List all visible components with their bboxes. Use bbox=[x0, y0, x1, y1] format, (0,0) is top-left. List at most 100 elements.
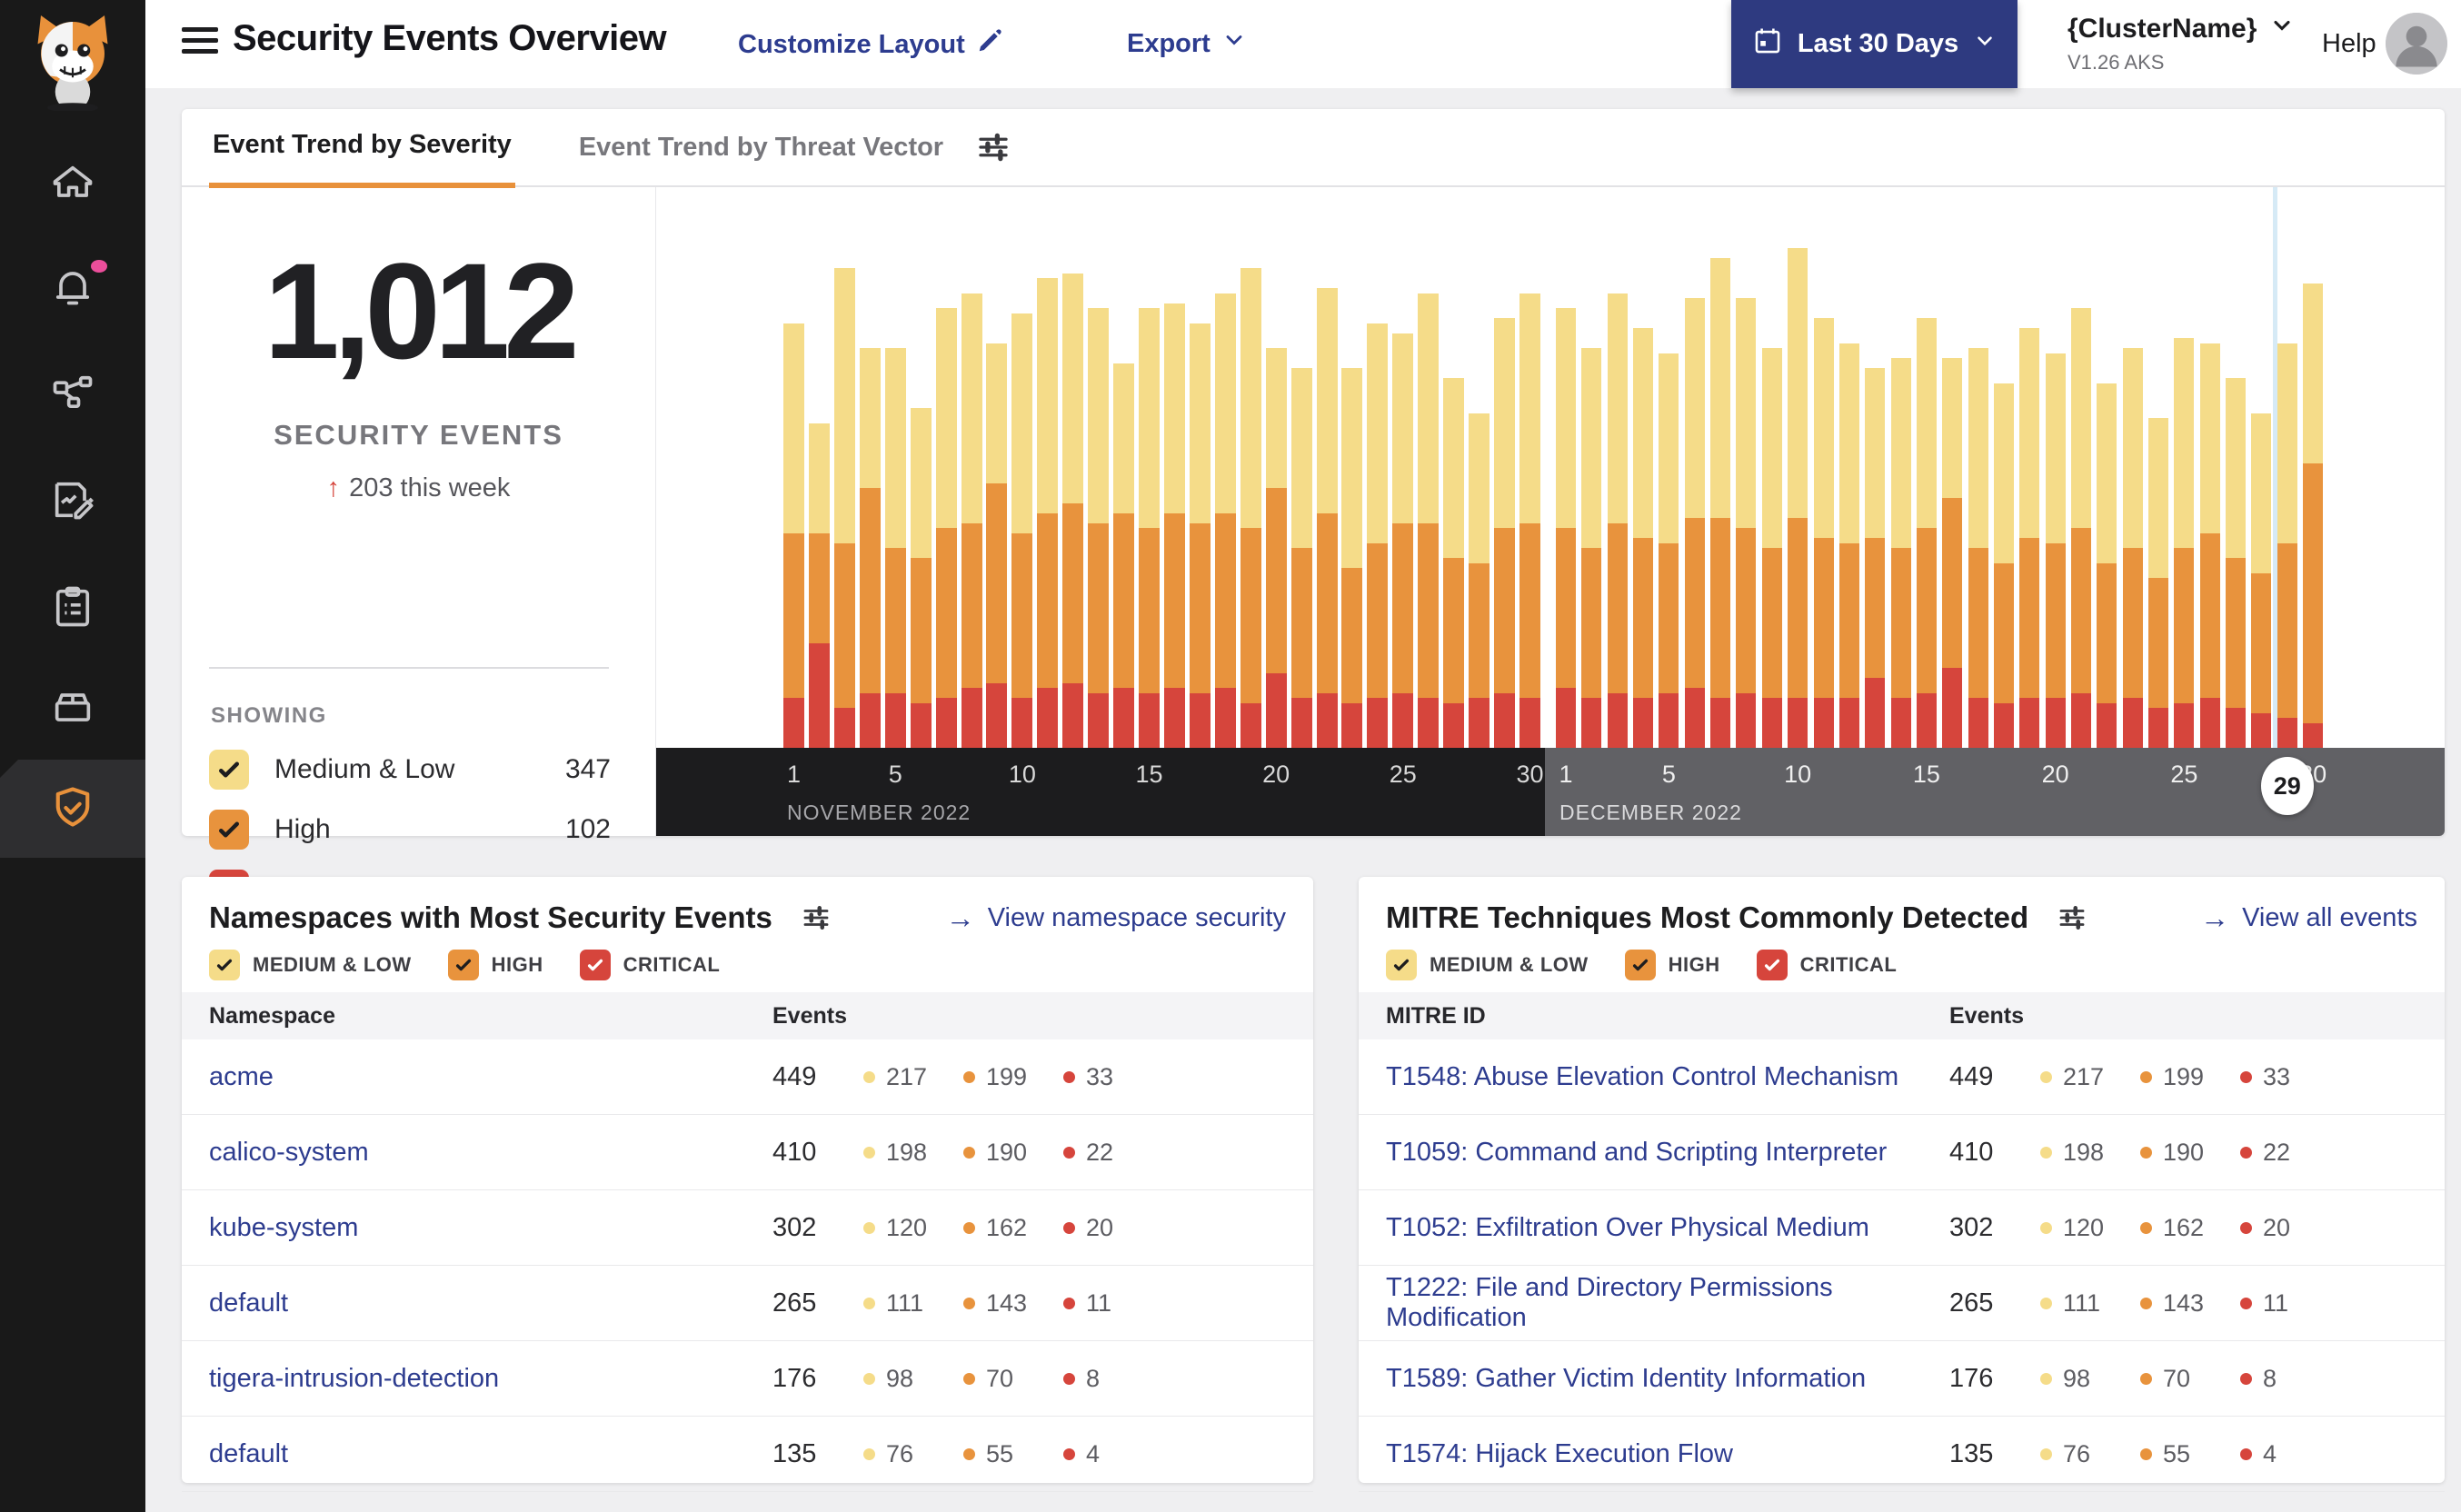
severity-checkbox[interactable] bbox=[447, 950, 479, 980]
stacked-bar-day-20[interactable] bbox=[1265, 348, 1287, 748]
stacked-bar-day-24[interactable] bbox=[2148, 418, 2169, 748]
stacked-bar-day-2[interactable] bbox=[808, 423, 830, 748]
sidebar-item-threat-defense[interactable] bbox=[0, 760, 145, 858]
stacked-bar-day-1[interactable] bbox=[783, 323, 804, 748]
export-menu[interactable]: Export bbox=[1127, 27, 1247, 60]
stacked-bar-day-24[interactable] bbox=[1367, 323, 1389, 748]
menu-button[interactable] bbox=[182, 27, 218, 58]
stacked-bar-day-25[interactable] bbox=[1392, 333, 1414, 748]
sidebar-item-compliance[interactable] bbox=[0, 560, 145, 658]
filter-checkbox-medium-low[interactable]: MEDIUM & LOW bbox=[1386, 950, 1589, 980]
sidebar-item-reports[interactable] bbox=[0, 453, 145, 551]
stacked-bar-day-30[interactable] bbox=[1519, 293, 1540, 748]
severity-checkbox[interactable] bbox=[1624, 950, 1656, 980]
legend-item[interactable]: Medium & Low 347 bbox=[209, 740, 611, 800]
stacked-bar-day-19[interactable] bbox=[2019, 328, 2040, 748]
namespace-link[interactable]: kube-system bbox=[209, 1213, 772, 1243]
mitre-id-link[interactable]: T1548: Abuse Elevation Control Mechanism bbox=[1386, 1062, 1949, 1092]
cluster-selector[interactable]: {ClusterName} V1.26 AKS bbox=[2067, 13, 2295, 75]
stacked-bar-day-14[interactable] bbox=[1113, 363, 1135, 748]
stacked-bar-day-4[interactable] bbox=[859, 348, 881, 748]
stacked-bar-day-6[interactable] bbox=[910, 408, 932, 748]
stacked-bar-day-23[interactable] bbox=[1341, 368, 1363, 748]
severity-checkbox[interactable] bbox=[579, 950, 611, 980]
mitre-id-link[interactable]: T1059: Command and Scripting Interpreter bbox=[1386, 1138, 1949, 1168]
stacked-bar-day-28[interactable] bbox=[1469, 413, 1490, 748]
stacked-bar-day-20[interactable] bbox=[2045, 353, 2066, 748]
filter-checkbox-medium-low[interactable]: MEDIUM & LOW bbox=[209, 950, 412, 980]
tab-event-trend-by-threat-vector[interactable]: Event Trend by Threat Vector bbox=[575, 109, 947, 185]
stacked-bar-day-22[interactable] bbox=[2097, 383, 2117, 748]
stacked-bar-day-23[interactable] bbox=[2122, 348, 2143, 748]
stacked-bar-day-11[interactable] bbox=[1037, 278, 1059, 748]
namespace-link[interactable]: calico-system bbox=[209, 1138, 772, 1168]
mitre-id-link[interactable]: T1052: Exfiltration Over Physical Medium bbox=[1386, 1213, 1949, 1243]
tab-event-trend-by-severity[interactable]: Event Trend by Severity bbox=[209, 106, 515, 188]
filter-settings-icon[interactable] bbox=[2056, 901, 2088, 934]
namespace-link[interactable]: default bbox=[209, 1288, 772, 1318]
filter-checkbox-high[interactable]: HIGH bbox=[447, 950, 543, 980]
chart-settings-icon[interactable] bbox=[974, 128, 1012, 166]
stacked-bar-day-11[interactable] bbox=[1813, 318, 1834, 748]
severity-checkbox[interactable] bbox=[1386, 950, 1417, 980]
stacked-bar-day-9[interactable] bbox=[1761, 348, 1782, 748]
stacked-bar-day-26[interactable] bbox=[2199, 343, 2220, 748]
stacked-bar-day-5[interactable] bbox=[1659, 353, 1679, 748]
stacked-bar-day-25[interactable] bbox=[2174, 338, 2195, 748]
stacked-bar-day-14[interactable] bbox=[1890, 358, 1911, 748]
stacked-bar-day-28[interactable] bbox=[2251, 413, 2272, 748]
stacked-bar-day-12[interactable] bbox=[1838, 343, 1859, 748]
namespace-link[interactable]: default bbox=[209, 1439, 772, 1469]
mitre-id-link[interactable]: T1574: Hijack Execution Flow bbox=[1386, 1439, 1949, 1469]
stacked-bar-day-5[interactable] bbox=[884, 348, 906, 748]
filter-checkbox-critical[interactable]: CRITICAL bbox=[579, 950, 721, 980]
stacked-bar-day-27[interactable] bbox=[2226, 378, 2247, 748]
customize-layout-link[interactable]: Customize Layout bbox=[738, 27, 1003, 62]
severity-checkbox[interactable] bbox=[209, 810, 249, 850]
stacked-bar-day-27[interactable] bbox=[1443, 378, 1465, 748]
stacked-bar-day-12[interactable] bbox=[1062, 273, 1084, 748]
stacked-bar-day-13[interactable] bbox=[1088, 308, 1110, 748]
stacked-bar-day-2[interactable] bbox=[1581, 348, 1602, 748]
filter-settings-icon[interactable] bbox=[800, 901, 832, 934]
sidebar-item-home[interactable] bbox=[0, 136, 145, 234]
stacked-bar-day-21[interactable] bbox=[1290, 368, 1312, 748]
stacked-bar-day-30[interactable] bbox=[2303, 283, 2324, 748]
stacked-bar-day-4[interactable] bbox=[1633, 328, 1654, 748]
date-range-button[interactable]: Last 30 Days bbox=[1731, 0, 2018, 88]
stacked-bar-day-15[interactable] bbox=[1916, 318, 1937, 748]
stacked-bar-day-17[interactable] bbox=[1968, 348, 1988, 748]
stacked-bar-day-1[interactable] bbox=[1556, 308, 1576, 748]
stacked-bar-day-13[interactable] bbox=[1865, 368, 1886, 748]
user-avatar[interactable] bbox=[2386, 13, 2447, 75]
mitre-id-link[interactable]: T1222: File and Directory Permissions Mo… bbox=[1386, 1273, 1949, 1333]
severity-checkbox[interactable] bbox=[209, 750, 249, 790]
stacked-bar-day-26[interactable] bbox=[1418, 293, 1440, 748]
stacked-bar-day-9[interactable] bbox=[986, 343, 1008, 748]
view-namespace-security-link[interactable]: → View namespace security bbox=[946, 901, 1286, 935]
stacked-bar-day-21[interactable] bbox=[2071, 308, 2091, 748]
stacked-bar-day-15[interactable] bbox=[1139, 308, 1161, 748]
namespace-link[interactable]: acme bbox=[209, 1062, 772, 1092]
stacked-bar-day-17[interactable] bbox=[1189, 323, 1211, 748]
stacked-bar-day-18[interactable] bbox=[1993, 383, 2014, 748]
stacked-bar-day-8[interactable] bbox=[1736, 298, 1757, 748]
filter-checkbox-high[interactable]: HIGH bbox=[1624, 950, 1720, 980]
stacked-bar-day-10[interactable] bbox=[1011, 313, 1033, 748]
help-link[interactable]: Help bbox=[2322, 29, 2376, 59]
stacked-bar-day-7[interactable] bbox=[1710, 258, 1731, 748]
stacked-bar-day-8[interactable] bbox=[961, 293, 982, 748]
stacked-bar-day-19[interactable] bbox=[1240, 268, 1261, 748]
stacked-bar-day-16[interactable] bbox=[1942, 358, 1963, 748]
stacked-bar-day-29[interactable] bbox=[2277, 343, 2297, 748]
stacked-bar-day-16[interactable] bbox=[1163, 303, 1185, 748]
stacked-bar-day-7[interactable] bbox=[935, 308, 957, 748]
namespace-link[interactable]: tigera-intrusion-detection bbox=[209, 1364, 772, 1394]
sidebar-item-network-topology[interactable] bbox=[0, 345, 145, 443]
legend-item[interactable]: High 102 bbox=[209, 800, 611, 860]
severity-checkbox[interactable] bbox=[1756, 950, 1788, 980]
stacked-bar-day-29[interactable] bbox=[1494, 318, 1516, 748]
filter-checkbox-critical[interactable]: CRITICAL bbox=[1756, 950, 1898, 980]
stacked-bar-day-22[interactable] bbox=[1316, 288, 1338, 748]
sidebar-item-packages[interactable] bbox=[0, 660, 145, 758]
